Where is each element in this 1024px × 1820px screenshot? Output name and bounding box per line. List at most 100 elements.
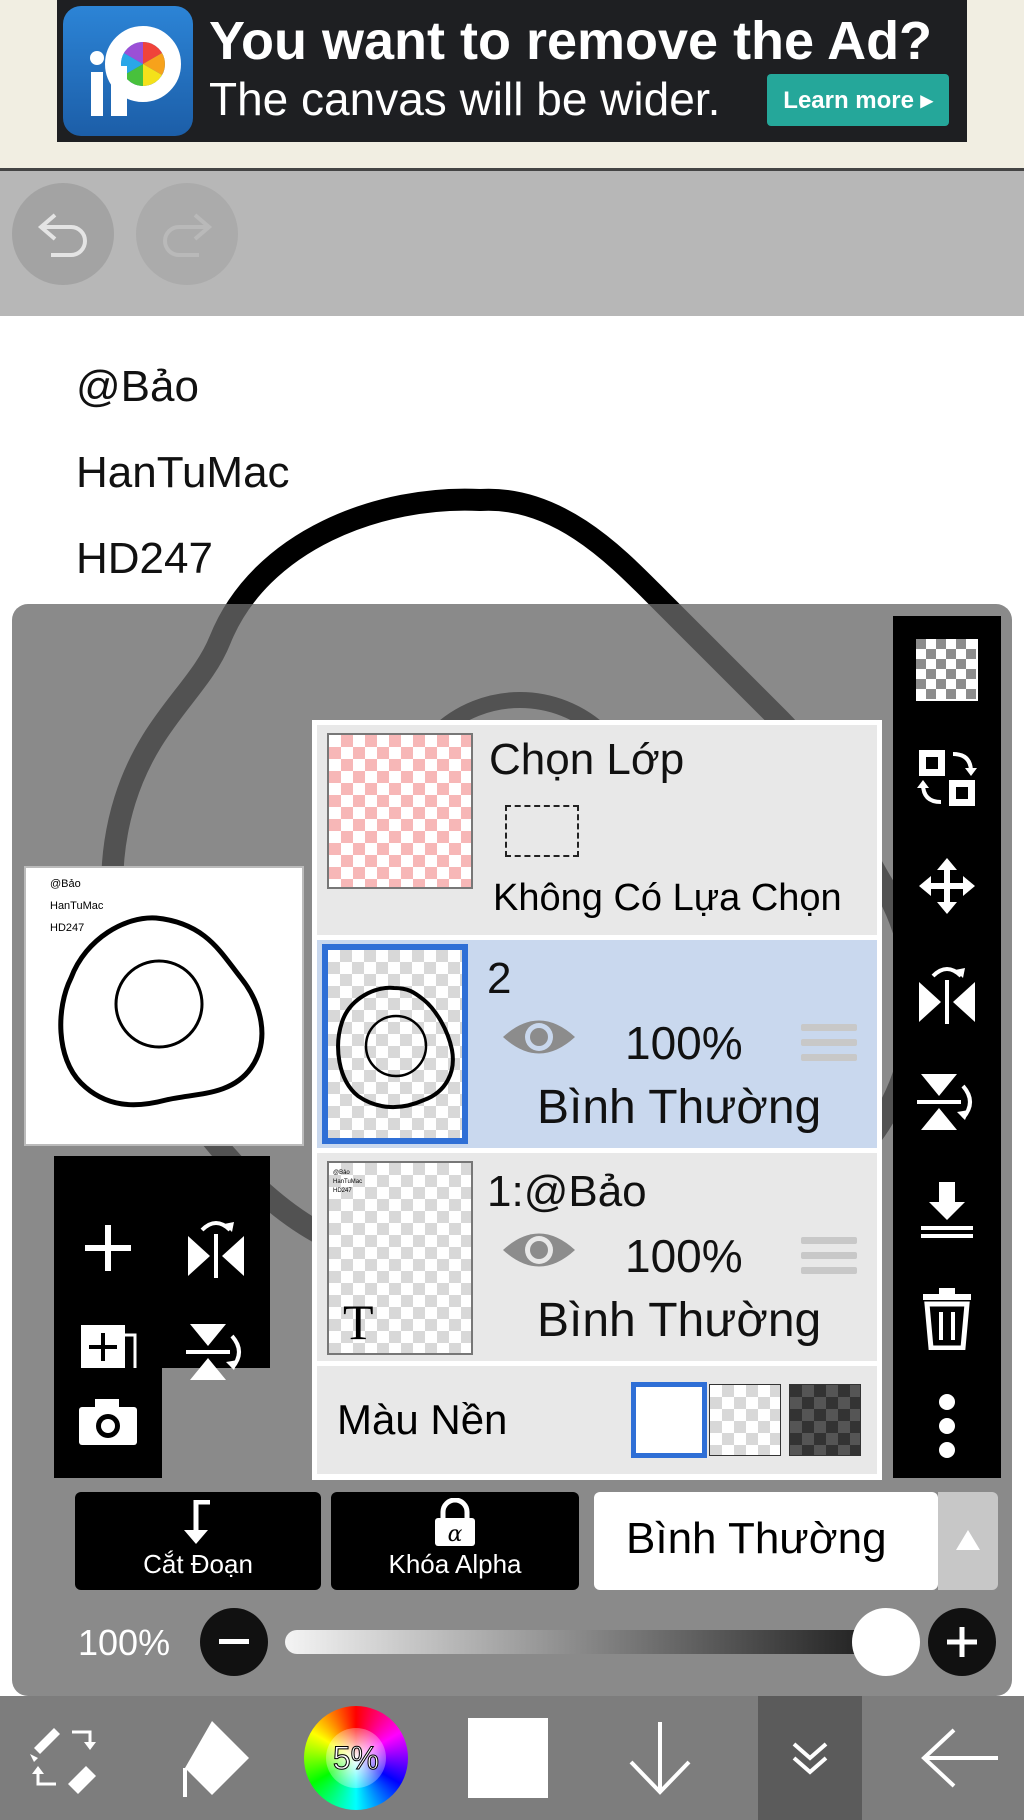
- color-swatch: [468, 1718, 548, 1798]
- lock-icon: α: [435, 1498, 475, 1547]
- selection-layer-row[interactable]: Chọn Lớp Không Có Lựa Chọn: [317, 725, 877, 935]
- alpha-lock-button[interactable]: α Khóa Alpha: [331, 1492, 579, 1590]
- redo-icon: [163, 213, 213, 257]
- delete-layer-button[interactable]: [909, 1280, 985, 1356]
- layer-name: 2: [487, 954, 512, 1003]
- flip-layer-vertical-button[interactable]: [176, 1312, 256, 1392]
- flip-vertical-button[interactable]: [909, 1064, 985, 1140]
- ad-headline: You want to remove the Ad?: [209, 11, 933, 71]
- double-chevron-down-icon: [792, 1742, 828, 1775]
- layers-button[interactable]: [758, 1696, 862, 1820]
- blend-mode-dropdown-button[interactable]: [938, 1492, 998, 1590]
- top-toolbar: [0, 171, 1024, 316]
- more-options-button[interactable]: [909, 1388, 985, 1464]
- learn-more-button[interactable]: Learn more ▸: [767, 74, 949, 126]
- layer-thumbnail: @Bảo HanTuMac HD247 T: [327, 1161, 473, 1355]
- flip-vertical-icon: [186, 1324, 241, 1380]
- plus-icon: [947, 1627, 977, 1657]
- arrow-left-icon: [921, 1728, 998, 1788]
- tool-switch-button[interactable]: [0, 1696, 128, 1820]
- blend-mode-select[interactable]: Bình Thường: [594, 1492, 938, 1590]
- layer-add-tools: [54, 1156, 270, 1381]
- minus-icon: [219, 1639, 249, 1644]
- layer-tools-toolbar: [893, 616, 1001, 1478]
- import-photo-button[interactable]: [68, 1382, 148, 1462]
- current-color-button[interactable]: [444, 1696, 572, 1820]
- opacity-decrease-button[interactable]: [200, 1608, 268, 1676]
- background-dark-option[interactable]: [789, 1384, 861, 1456]
- brush-tool-button[interactable]: [148, 1696, 276, 1820]
- opacity-value: 100%: [78, 1622, 171, 1663]
- preview-drawing: [58, 915, 265, 1108]
- undo-button[interactable]: [12, 183, 114, 285]
- eye-icon: [503, 1020, 575, 1054]
- opacity-increase-button[interactable]: [928, 1608, 996, 1676]
- flip-horizontal-icon: [919, 967, 975, 1024]
- visibility-toggle[interactable]: [501, 1225, 577, 1280]
- layer-thumbnail: [322, 944, 468, 1144]
- clipping-label: Cắt Đoạn: [143, 1549, 253, 1579]
- layer-opacity: 100%: [625, 1017, 743, 1069]
- background-color-row: Màu Nền: [317, 1366, 877, 1474]
- eye-icon: [503, 1233, 575, 1267]
- layer-row[interactable]: 2 100% Bình Thường: [317, 940, 877, 1148]
- swap-icon: [917, 750, 977, 806]
- alpha-lock-label: Khóa Alpha: [388, 1549, 522, 1579]
- arrow-down-icon: [629, 1722, 691, 1795]
- ibispaint-logo-icon: [63, 6, 193, 136]
- move-layer-button[interactable]: [909, 848, 985, 924]
- visibility-toggle[interactable]: [501, 1012, 577, 1067]
- background-label: Màu Nền: [337, 1396, 508, 1443]
- ad-area: You want to remove the Ad? The canvas wi…: [0, 0, 1024, 171]
- layer-blend-mode: Bình Thường: [537, 1294, 822, 1347]
- flip-vertical-icon: [917, 1074, 972, 1130]
- brush-eraser-swap-icon: [30, 1728, 96, 1794]
- opacity-slider-thumb[interactable]: [852, 1608, 920, 1676]
- text-layer-icon: T: [343, 1294, 374, 1350]
- opacity-slider-track[interactable]: [285, 1630, 885, 1654]
- flip-horizontal-button[interactable]: [909, 956, 985, 1032]
- undo-icon: [37, 213, 87, 257]
- color-picker-button[interactable]: 5%: [292, 1696, 420, 1820]
- merge-down-button[interactable]: [909, 1172, 985, 1248]
- layer-panel: Chọn Lớp Không Có Lựa Chọn 2 100% Bình T…: [312, 720, 882, 1480]
- merge-down-icon: [921, 1182, 973, 1238]
- redo-button[interactable]: [136, 183, 238, 285]
- checker-icon: [916, 639, 978, 701]
- layer-name: 1:@Bảo: [487, 1167, 647, 1216]
- swap-layers-button[interactable]: [909, 740, 985, 816]
- bottom-toolbar: 5%: [0, 1696, 1024, 1820]
- color-wheel-icon: 5%: [304, 1706, 408, 1810]
- move-down-button[interactable]: [596, 1696, 724, 1820]
- drag-handle-icon[interactable]: [801, 1024, 857, 1068]
- clipping-icon: [184, 1500, 210, 1544]
- layer-thumbnail-text: HanTuMac: [333, 1179, 363, 1185]
- drag-handle-icon[interactable]: [801, 1237, 857, 1281]
- layer-thumbnail-text: HD247: [333, 1188, 352, 1194]
- plus-icon: [85, 1225, 131, 1271]
- clipping-button[interactable]: Cắt Đoạn: [75, 1492, 321, 1590]
- blend-mode-value: Bình Thường: [626, 1514, 887, 1563]
- transparency-checker-button[interactable]: [909, 632, 985, 708]
- selection-layer-title: Chọn Lớp: [489, 735, 685, 784]
- selection-marquee-icon: [505, 805, 579, 857]
- move-icon: [919, 858, 975, 914]
- back-button[interactable]: [896, 1696, 1024, 1820]
- add-layer-button[interactable]: [68, 1208, 148, 1288]
- canvas-preview: @Bảo HanTuMac HD247: [24, 866, 304, 1146]
- camera-icon: [79, 1399, 137, 1445]
- layer-blend-mode: Bình Thường: [537, 1081, 822, 1134]
- selection-status: Không Có Lựa Chọn: [493, 877, 842, 919]
- camera-tool-area: [54, 1368, 162, 1478]
- ad-subtext: The canvas will be wider.: [209, 73, 721, 125]
- background-transparent-option[interactable]: [709, 1384, 781, 1456]
- trash-icon: [923, 1288, 971, 1350]
- layer-row[interactable]: @Bảo HanTuMac HD247 T 1:@Bảo 100% Bình T…: [317, 1153, 877, 1361]
- layer-thumbnail-text: @Bảo: [333, 1170, 350, 1176]
- color-percent: 5%: [332, 1740, 380, 1777]
- triangle-up-icon: [956, 1530, 980, 1550]
- ad-banner[interactable]: You want to remove the Ad? The canvas wi…: [57, 0, 967, 142]
- background-white-option[interactable]: [631, 1382, 707, 1458]
- flip-layer-horizontal-button[interactable]: [176, 1208, 256, 1288]
- layer-opacity: 100%: [625, 1230, 743, 1282]
